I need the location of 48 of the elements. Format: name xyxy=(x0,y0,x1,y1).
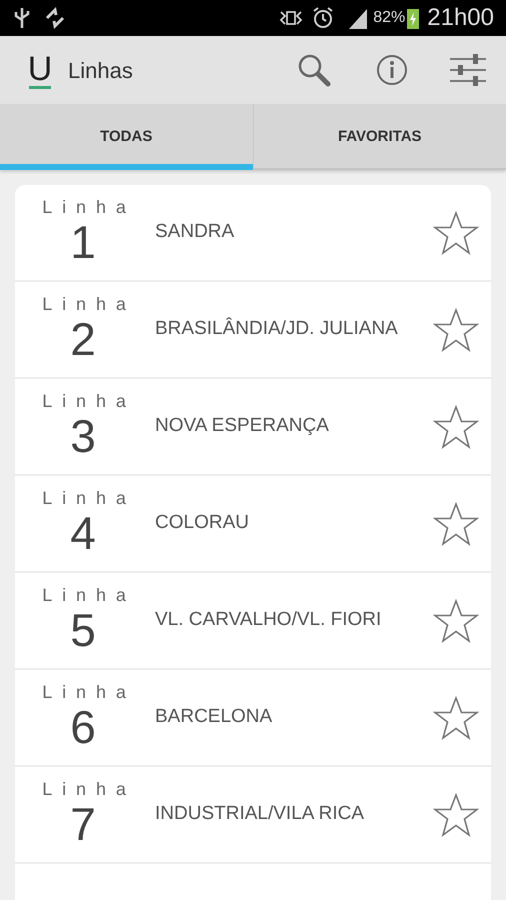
line-number: 7 xyxy=(70,799,96,849)
line-number: 3 xyxy=(70,411,96,461)
line-label: Linha xyxy=(41,197,136,217)
line-label: Linha xyxy=(41,682,136,702)
line-name: COLORAU xyxy=(155,511,250,536)
vibrate-icon xyxy=(279,8,304,28)
line-row[interactable]: Linha 2 BRASILÂNDIA/JD. JULIANA xyxy=(15,282,491,379)
line-row[interactable]: Linha 4 COLORAU xyxy=(15,476,491,573)
line-label: Linha xyxy=(41,779,136,799)
logo-underline xyxy=(29,86,51,88)
favorite-star-icon[interactable] xyxy=(433,308,479,352)
line-name: NOVA ESPERANÇA xyxy=(155,414,330,438)
line-name: INDUSTRIAL/VILA RICA xyxy=(155,802,366,826)
favorite-star-icon[interactable] xyxy=(433,696,479,740)
charging-battery-icon xyxy=(407,7,420,29)
line-row[interactable]: Linha 3 NOVA ESPERANÇA xyxy=(15,379,491,476)
line-name: BARCELONA xyxy=(155,705,274,730)
line-number: 6 xyxy=(70,702,96,752)
line-label: Linha xyxy=(41,585,136,605)
line-row[interactable]: Linha 5 VL. CARVALHO/VL. FIORI xyxy=(15,573,491,670)
favorite-star-icon[interactable] xyxy=(433,404,479,448)
screen-title: Linhas xyxy=(68,56,133,84)
line-number: 4 xyxy=(70,508,96,558)
line-label: Linha xyxy=(41,488,136,508)
line-row[interactable]: Linha 7 INDUSTRIAL/VILA RICA xyxy=(15,767,491,864)
line-number: 1 xyxy=(70,217,96,267)
tab[interactable]: FAVORITAS xyxy=(252,104,506,170)
sync-arrows-icon xyxy=(44,6,66,30)
line-label: Linha xyxy=(41,294,136,314)
clock: 21h00 xyxy=(427,3,494,33)
line-name: BRASILÂNDIA/JD. JULIANA xyxy=(155,316,399,342)
line-number: 2 xyxy=(70,314,96,364)
favorite-star-icon[interactable] xyxy=(433,598,479,642)
favorite-star-icon[interactable] xyxy=(433,502,479,546)
alarm-icon xyxy=(311,6,336,30)
line-label: Linha xyxy=(41,391,136,411)
line-name: VL. CARVALHO/VL. FIORI xyxy=(155,608,382,632)
app-logo: U xyxy=(28,52,52,86)
favorite-star-icon[interactable] xyxy=(433,792,479,836)
line-row[interactable]: Linha 1 SANDRA xyxy=(15,185,491,282)
line-row[interactable]: Linha 6 BARCELONA xyxy=(15,670,491,767)
signal-icon xyxy=(347,7,370,29)
usb-icon xyxy=(12,6,32,30)
tab[interactable]: TODAS xyxy=(0,104,252,170)
line-name: SANDRA xyxy=(155,220,236,244)
battery-percent: 82% xyxy=(373,8,406,28)
line-number: 5 xyxy=(70,605,96,655)
favorite-star-icon[interactable] xyxy=(433,210,479,254)
